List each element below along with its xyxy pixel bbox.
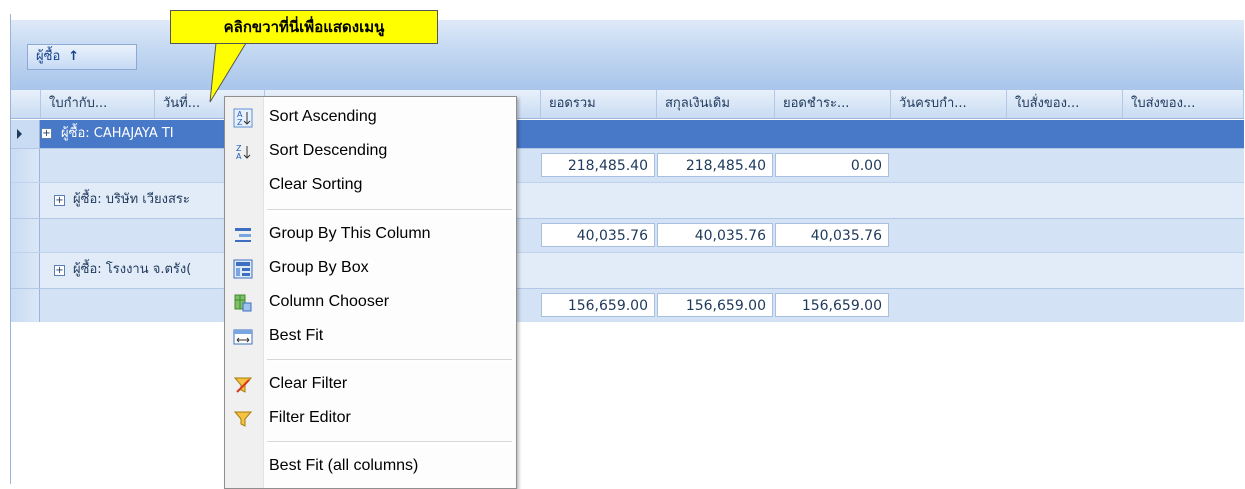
column-header-purchase-order[interactable]: ใบสั่งของ... bbox=[1007, 90, 1123, 118]
group-by-box-icon bbox=[233, 259, 253, 279]
total-cell[interactable]: 218,485.40 bbox=[541, 153, 655, 177]
column-header-total[interactable]: ยอดรวม bbox=[541, 90, 657, 118]
menu-label: Clear Filter bbox=[269, 375, 348, 392]
menu-label: Best Fit bbox=[269, 327, 324, 344]
menu-item-filter-editor[interactable]: Filter Editor bbox=[227, 402, 513, 434]
group-row[interactable]: + ผู้ซื้อ: CAHAJAYA TI bbox=[11, 120, 1244, 148]
group-label: ผู้ซื้อ: CAHAJAYA TI bbox=[61, 126, 174, 141]
sort-descending-icon: ZA bbox=[233, 142, 253, 161]
menu-separator bbox=[267, 209, 512, 211]
menu-label: Sort Descending bbox=[269, 142, 388, 159]
menu-item-sort-descending[interactable]: ZA Sort Descending bbox=[227, 135, 513, 167]
menu-label: Best Fit (all columns) bbox=[269, 457, 419, 474]
row-indicator bbox=[11, 219, 40, 252]
total-cell[interactable]: 40,035.76 bbox=[541, 223, 655, 247]
menu-separator bbox=[267, 441, 512, 443]
expand-icon[interactable]: + bbox=[54, 265, 65, 276]
row-indicator bbox=[11, 120, 40, 148]
column-header-original-currency[interactable]: สกุลเงินเดิม bbox=[657, 90, 775, 118]
row-indicator bbox=[11, 183, 40, 218]
group-row[interactable]: + ผู้ซื้อ: โรงงาน จ.ตรัง( bbox=[11, 252, 1244, 288]
group-by-column-icon bbox=[233, 225, 253, 243]
callout-tooltip: คลิกขวาที่นี่เพื่อแสดงเมนู bbox=[170, 10, 438, 44]
column-header-due-date[interactable]: วันครบกำ... bbox=[891, 90, 1007, 118]
context-menu: AZ Sort Ascending ZA Sort Descending Cle… bbox=[224, 96, 517, 489]
clear-filter-icon bbox=[233, 375, 253, 393]
expand-icon[interactable]: + bbox=[41, 128, 52, 139]
original-currency-cell[interactable]: 156,659.00 bbox=[657, 293, 773, 317]
sort-ascending-icon: AZ bbox=[233, 108, 253, 128]
menu-label: Sort Ascending bbox=[269, 108, 377, 125]
row-indicator bbox=[11, 149, 40, 182]
menu-item-group-by-box[interactable]: Group By Box bbox=[227, 252, 513, 284]
menu-label: Clear Sorting bbox=[269, 176, 363, 193]
group-label: ผู้ซื้อ: บริษัท เวียงสระ bbox=[73, 192, 190, 207]
column-header-delivery-note[interactable]: ใบส่งของ... bbox=[1123, 90, 1244, 118]
paid-cell[interactable]: 156,659.00 bbox=[775, 293, 889, 317]
column-chooser-icon bbox=[233, 293, 253, 312]
menu-label: Filter Editor bbox=[269, 409, 351, 426]
group-label: ผู้ซื้อ: โรงงาน จ.ตรัง( bbox=[73, 262, 192, 277]
menu-item-column-chooser[interactable]: Column Chooser bbox=[227, 286, 513, 318]
filter-editor-icon bbox=[233, 409, 253, 427]
original-currency-cell[interactable]: 40,035.76 bbox=[657, 223, 773, 247]
menu-item-group-by-this-column[interactable]: Group By This Column bbox=[227, 218, 513, 250]
group-row[interactable]: + ผู้ซื้อ: บริษัท เวียงสระ bbox=[11, 182, 1244, 218]
group-footer-row: 218,485.40 218,485.40 0.00 bbox=[11, 148, 1244, 182]
menu-item-best-fit-all-columns[interactable]: Best Fit (all columns) bbox=[227, 450, 513, 482]
total-cell[interactable]: 156,659.00 bbox=[541, 293, 655, 317]
menu-separator bbox=[267, 359, 512, 361]
menu-label: Group By Box bbox=[269, 259, 369, 276]
svg-text:A: A bbox=[236, 152, 242, 161]
group-footer-row: 40,035.76 40,035.76 40,035.76 bbox=[11, 218, 1244, 252]
original-currency-cell[interactable]: 218,485.40 bbox=[657, 153, 773, 177]
group-footer-row: 156,659.00 156,659.00 156,659.00 bbox=[11, 288, 1244, 322]
paid-cell[interactable]: 40,035.76 bbox=[775, 223, 889, 247]
current-row-arrow-icon bbox=[17, 129, 22, 139]
column-header-paid[interactable]: ยอดชำระ... bbox=[775, 90, 891, 118]
paid-cell[interactable]: 0.00 bbox=[775, 153, 889, 177]
menu-item-clear-filter[interactable]: Clear Filter bbox=[227, 368, 513, 400]
expand-icon[interactable]: + bbox=[54, 195, 65, 206]
row-indicator bbox=[11, 253, 40, 288]
menu-item-clear-sorting[interactable]: Clear Sorting bbox=[227, 169, 513, 201]
best-fit-icon bbox=[233, 327, 253, 345]
row-indicator bbox=[11, 289, 40, 322]
menu-label: Group By This Column bbox=[269, 225, 431, 242]
menu-label: Column Chooser bbox=[269, 293, 390, 310]
menu-item-best-fit[interactable]: Best Fit bbox=[227, 320, 513, 352]
menu-item-sort-ascending[interactable]: AZ Sort Ascending bbox=[227, 101, 513, 133]
svg-text:Z: Z bbox=[237, 118, 243, 127]
